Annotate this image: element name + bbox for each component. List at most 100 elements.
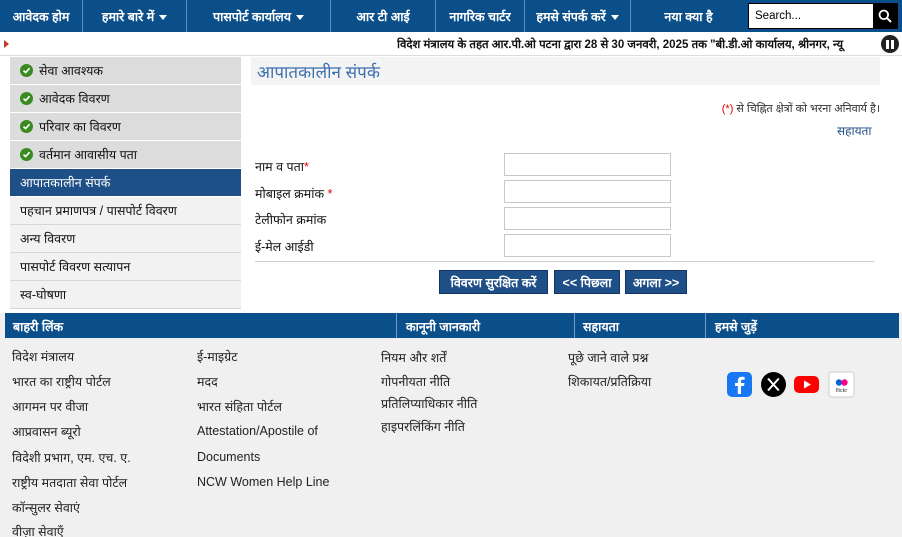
footer: बाहरी लिंक कानूनी जानकारी सहायता हमसे जु… <box>0 313 902 537</box>
nav-label: हमारे बारे में <box>101 9 155 24</box>
footer-heading-legal: कानूनी जानकारी <box>406 320 481 334</box>
nav-whats-new[interactable]: नया क्या है <box>631 0 746 32</box>
footer-link-faq[interactable]: पूछे जाने वाले प्रश्न <box>568 349 648 366</box>
footer-link-grievance[interactable]: शिकायत/प्रतिक्रिया <box>568 373 651 390</box>
flickr-icon[interactable]: flickr <box>828 371 855 398</box>
footer-heading-help: सहायता <box>583 320 619 334</box>
sidebar-item-label: पासपोर्ट विवरण सत्यापन <box>20 260 131 274</box>
sidebar-item-other-details[interactable]: अन्य विवरण <box>10 225 241 253</box>
divider <box>705 313 706 338</box>
chevron-down-icon <box>610 14 619 20</box>
previous-button[interactable]: << पिछला <box>554 270 620 294</box>
sidebar-item-service-required[interactable]: सेवा आवश्यक <box>10 57 241 85</box>
news-ticker: विदेश मंत्रालय के तहत आर.पी.ओ पटना द्वार… <box>0 32 902 56</box>
chevron-down-icon <box>159 14 168 20</box>
sidebar-item-label: वर्तमान आवासीय पता <box>39 148 138 162</box>
footer-link-terms[interactable]: नियम और शर्तें <box>381 349 446 366</box>
sidebar-item-label: आवेदक विवरण <box>39 92 110 106</box>
nav-label: हमसे संपर्क करें <box>536 9 606 24</box>
top-navigation: आवेदक होम हमारे बारे में पासपोर्ट कार्या… <box>0 0 902 32</box>
footer-link-india-code[interactable]: भारत संहिता पोर्टल <box>197 398 282 415</box>
sidebar-item-self-declaration[interactable]: स्व-घोषणा <box>10 281 241 309</box>
divider <box>574 313 575 338</box>
checkmark-icon <box>20 148 33 161</box>
footer-link-national-portal[interactable]: भारत का राष्ट्रीय पोर्टल <box>12 373 111 390</box>
checkmark-icon <box>20 92 33 105</box>
sidebar-item-verification[interactable]: पासपोर्ट विवरण सत्यापन <box>10 253 241 281</box>
footer-link-emigrate[interactable]: ई-माइग्रेट <box>197 348 238 365</box>
sidebar-item-label: परिवार का विवरण <box>39 120 121 134</box>
footer-heading-external-links: बाहरी लिंक <box>13 320 64 334</box>
footer-link-attestation[interactable]: Attestation/Apostile of <box>197 424 318 438</box>
facebook-icon[interactable] <box>726 371 753 398</box>
sidebar-item-label: अन्य विवरण <box>20 232 76 246</box>
checkmark-icon <box>20 64 33 77</box>
next-button[interactable]: अगला >> <box>625 270 687 294</box>
youtube-icon[interactable] <box>793 371 820 398</box>
page-title: आपातकालीन संपर्क <box>251 57 880 85</box>
sidebar-item-emergency-contact[interactable]: आपातकालीन संपर्क <box>10 169 241 197</box>
footer-link-immigration-bureau[interactable]: आप्रवासन ब्यूरो <box>12 423 81 440</box>
mobile-number-label: मोबाइल क्रमांक * <box>255 187 333 201</box>
divider <box>396 313 397 338</box>
sidebar-item-label: आपातकालीन संपर्क <box>20 176 111 190</box>
footer-link-visa-on-arrival[interactable]: आगमन पर वीजा <box>12 398 88 415</box>
required-star: * <box>304 160 309 174</box>
footer-link-madad[interactable]: मदद <box>197 373 218 390</box>
nav-citizen-charter[interactable]: नागरिक चार्टर <box>436 0 525 32</box>
pause-icon <box>886 39 889 49</box>
footer-link-copyright[interactable]: प्रतिलिप्याधिकार नीति <box>381 395 477 412</box>
checkmark-icon <box>20 120 33 133</box>
search-button[interactable] <box>873 4 897 28</box>
name-address-input[interactable] <box>504 153 671 176</box>
footer-link-voter-portal[interactable]: राष्ट्रीय मतदाता सेवा पोर्टल <box>12 474 127 491</box>
telephone-number-label: टेलीफोन क्रमांक <box>255 213 327 227</box>
footer-link-ncw-helpline[interactable]: NCW Women Help Line <box>197 475 329 489</box>
footer-link-documents[interactable]: Documents <box>197 450 260 464</box>
name-address-label: नाम व पता* <box>255 160 309 174</box>
nav-contact-us[interactable]: हमसे संपर्क करें <box>525 0 631 32</box>
search-box <box>748 3 898 29</box>
footer-header-bar: बाहरी लिंक कानूनी जानकारी सहायता हमसे जु… <box>5 313 899 338</box>
footer-link-privacy[interactable]: गोपनीयता नीति <box>381 373 450 390</box>
help-link[interactable]: सहायता <box>837 122 872 139</box>
form-steps-sidebar: सेवा आवश्यक आवेदक विवरण परिवार का विवरण … <box>10 57 241 309</box>
sidebar-item-identity-passport[interactable]: पहचान प्रमाणपत्र / पासपोर्ट विवरण <box>10 197 241 225</box>
sidebar-item-label: स्व-घोषणा <box>20 288 67 302</box>
save-details-button[interactable]: विवरण सुरक्षित करें <box>439 270 548 294</box>
nav-rti[interactable]: आर टी आई <box>331 0 436 32</box>
footer-heading-connect: हमसे जुड़ें <box>715 320 757 334</box>
sidebar-item-present-address[interactable]: वर्तमान आवासीय पता <box>10 141 241 169</box>
sidebar-item-applicant-details[interactable]: आवेदक विवरण <box>10 85 241 113</box>
sidebar-item-family-details[interactable]: परिवार का विवरण <box>10 113 241 141</box>
nav-passport-offices[interactable]: पासपोर्ट कार्यालय <box>187 0 331 32</box>
svg-text:flickr: flickr <box>836 388 847 394</box>
required-note-text: से चिह्नित क्षेत्रों को भरना अनिवार्य है… <box>733 103 880 115</box>
nav-label: आर टी आई <box>356 9 410 24</box>
x-icon[interactable] <box>760 371 787 398</box>
email-id-label: ई-मेल आईडी <box>255 240 314 254</box>
required-note: (*) से चिह्नित क्षेत्रों को भरना अनिवार्… <box>722 101 880 116</box>
nav-applicant-home[interactable]: आवेदक होम <box>0 0 83 32</box>
email-id-input[interactable] <box>504 234 671 257</box>
ticker-arrow-icon <box>4 40 9 48</box>
nav-label: आवेदक होम <box>12 9 70 24</box>
nav-label: नागरिक चार्टर <box>449 9 511 24</box>
required-star: * <box>327 187 333 201</box>
mobile-number-input[interactable] <box>504 180 671 203</box>
chevron-down-icon <box>295 14 304 20</box>
footer-link-mea[interactable]: विदेश मंत्रालय <box>12 348 74 365</box>
footer-link-hyperlinking[interactable]: हाइपरलिंकिंग नीति <box>381 418 465 435</box>
sidebar-item-label: पहचान प्रमाणपत्र / पासपोर्ट विवरण <box>20 204 177 218</box>
nav-label: पासपोर्ट कार्यालय <box>213 9 291 24</box>
telephone-number-input[interactable] <box>504 207 671 230</box>
pause-button[interactable] <box>881 35 899 53</box>
search-input[interactable] <box>749 4 873 28</box>
nav-about-us[interactable]: हमारे बारे में <box>83 0 187 32</box>
footer-link-foreigners-division[interactable]: विदेशी प्रभाग, एम. एच. ए. <box>12 449 131 466</box>
footer-link-visa-services[interactable]: वीज़ा सेवाएँ <box>12 523 64 537</box>
ticker-text[interactable]: विदेश मंत्रालय के तहत आर.पी.ओ पटना द्वार… <box>397 37 873 52</box>
search-icon <box>878 9 892 23</box>
nav-label: नया क्या है <box>664 9 713 24</box>
footer-link-consular-services[interactable]: कॉन्सुलर सेवाएं <box>12 499 80 516</box>
